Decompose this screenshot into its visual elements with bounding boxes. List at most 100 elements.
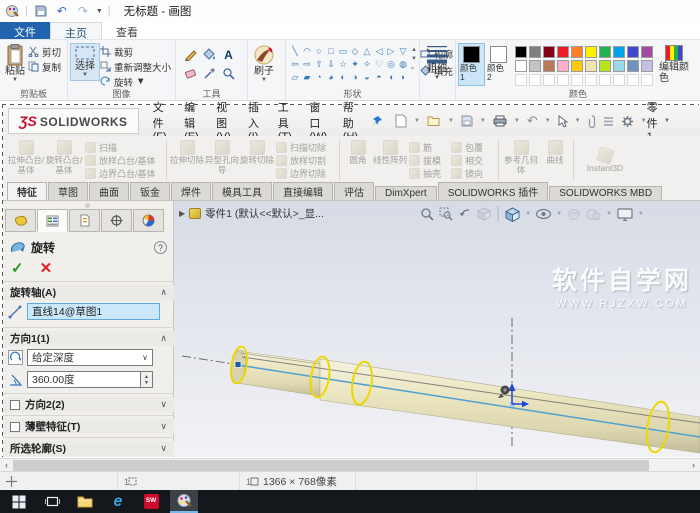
palette-swatch[interactable]: [529, 46, 541, 58]
scroll-right-arrow[interactable]: ›: [687, 459, 700, 471]
feature-button[interactable]: 旋转凸台/基体: [45, 138, 83, 182]
sketch-axis-line[interactable]: [237, 364, 700, 438]
tab-weldments[interactable]: 焊件: [171, 182, 211, 200]
cut-button[interactable]: 剪切: [28, 45, 61, 59]
feature-button[interactable]: 线性阵列: [373, 138, 407, 182]
shape-option[interactable]: ▷: [385, 45, 397, 58]
edge-button[interactable]: e: [104, 490, 132, 513]
graphics-viewport[interactable]: ▶ 零件1 (默认<<默认>_显... | ▼ ▼ ▼ ▼ 软件自学网 WWW.…: [174, 201, 700, 457]
shape-option[interactable]: ╲: [289, 45, 301, 58]
shapes-scroll-up[interactable]: ▲: [411, 47, 417, 53]
open-button[interactable]: [427, 115, 441, 127]
fill-tool[interactable]: [201, 46, 218, 63]
shape-option[interactable]: ◕: [325, 71, 337, 84]
shape-option[interactable]: ♡: [373, 58, 385, 71]
feature-button[interactable]: 圆角: [343, 138, 373, 182]
palette-swatch[interactable]: [515, 60, 527, 72]
undo-button[interactable]: ↶: [54, 3, 70, 19]
tab-features[interactable]: 特征: [7, 182, 47, 200]
settings-gear-icon[interactable]: [621, 115, 634, 128]
magnifier-tool[interactable]: [220, 65, 237, 82]
feature-button[interactable]: 拉伸凸台/基体: [7, 138, 45, 182]
tab-dimxpert[interactable]: DimXpert: [375, 186, 437, 200]
tab-view[interactable]: 查看: [102, 22, 152, 39]
feature-button[interactable]: 参考几何体: [502, 138, 540, 182]
shape-option[interactable]: ◑: [349, 71, 361, 84]
feature-button[interactable]: 旋转切除: [240, 138, 274, 182]
scrollbar-thumb[interactable]: [13, 460, 649, 471]
thin-feature-checkbox[interactable]: [10, 421, 20, 432]
instant3d-button[interactable]: Instant3D: [577, 138, 633, 182]
shape-option[interactable]: ☆: [337, 58, 349, 71]
canvas-horizontal-scrollbar[interactable]: ‹ ›: [0, 458, 700, 471]
palette-swatch[interactable]: [599, 46, 611, 58]
direction1-section-header[interactable]: 方向1(1) ∧: [3, 331, 174, 346]
shape-option[interactable]: ◗: [397, 71, 409, 84]
select-cursor-button[interactable]: [558, 115, 568, 127]
select-button[interactable]: 选择 ▼: [70, 43, 100, 81]
shape-option[interactable]: ◒: [361, 71, 373, 84]
sketch-endpoint-marker[interactable]: [234, 361, 242, 368]
options-list-icon[interactable]: [603, 116, 614, 127]
selected-contours-section-header[interactable]: 所选轮廓(S) ∨: [3, 441, 174, 456]
cancel-button[interactable]: ✕: [40, 259, 53, 277]
angle-spinner[interactable]: ▲ ▼: [140, 371, 153, 388]
feature-button[interactable]: 扫描: [85, 141, 161, 154]
shape-option[interactable]: ◇: [349, 45, 361, 58]
feature-button[interactable]: 异型孔向导: [204, 138, 240, 182]
paste-button[interactable]: 粘贴 ▼: [2, 43, 28, 85]
angle-input[interactable]: 360.00度: [27, 371, 140, 388]
color2-button[interactable]: 颜色 2: [485, 43, 512, 86]
start-button[interactable]: [5, 490, 33, 513]
paint-canvas[interactable]: ƷS SOLIDWORKS 文件(F) 编辑(E) 视图(V) 插入(I) 工具…: [0, 101, 700, 458]
feature-button[interactable]: 包覆: [451, 141, 493, 154]
configurationmanager-tab[interactable]: [69, 209, 100, 232]
paint-taskbar-button[interactable]: [170, 490, 198, 513]
brush-button[interactable]: 刷子 ▼: [250, 43, 278, 85]
shape-option[interactable]: ◎: [385, 58, 397, 71]
shape-option[interactable]: ◓: [373, 71, 385, 84]
feature-button[interactable]: 曲线: [540, 138, 570, 182]
shape-option[interactable]: △: [361, 45, 373, 58]
edit-colors-button[interactable]: 编辑颜色: [656, 43, 692, 85]
palette-swatch[interactable]: [613, 60, 625, 72]
file-explorer-button[interactable]: [71, 490, 99, 513]
shape-option[interactable]: □: [325, 45, 337, 58]
palette-swatch[interactable]: [529, 60, 541, 72]
task-view-button[interactable]: [38, 490, 66, 513]
palette-swatch[interactable]: [543, 60, 555, 72]
new-doc-button[interactable]: [395, 114, 407, 128]
save-button-sw[interactable]: [461, 115, 473, 127]
feature-button[interactable]: 筋: [409, 141, 447, 154]
featuremanager-tab[interactable]: [5, 209, 36, 232]
shapes-scroll-down[interactable]: ▼: [411, 56, 417, 62]
axis-selection-field[interactable]: 直线14@草图1: [27, 303, 160, 320]
dimxpertmanager-tab[interactable]: [101, 209, 132, 232]
help-icon[interactable]: ?: [154, 241, 167, 254]
pencil-tool[interactable]: [182, 46, 199, 63]
shape-option[interactable]: ◁: [373, 45, 385, 58]
shape-option[interactable]: ◖: [385, 71, 397, 84]
feature-button[interactable]: 边界凸台/基体: [85, 167, 161, 180]
tab-evaluate[interactable]: 评估: [334, 182, 374, 200]
end-condition-dropdown[interactable]: 给定深度 ∨: [27, 349, 153, 366]
feature-button[interactable]: 抽壳: [409, 167, 447, 180]
palette-swatch[interactable]: [641, 46, 653, 58]
print-button[interactable]: [493, 115, 507, 127]
shape-option[interactable]: ▭: [337, 45, 349, 58]
tab-sheetmetal[interactable]: 钣金: [130, 182, 170, 200]
crop-button[interactable]: 裁剪: [100, 45, 171, 59]
tab-directedit[interactable]: 直接编辑: [273, 182, 333, 200]
copy-button[interactable]: 复制: [28, 60, 61, 74]
tab-home[interactable]: 主页: [50, 22, 102, 40]
palette-swatch[interactable]: [557, 60, 569, 72]
shape-option[interactable]: ▱: [289, 71, 301, 84]
palette-swatch[interactable]: [515, 46, 527, 58]
axis-section-header[interactable]: 旋转轴(A) ∧: [3, 285, 174, 300]
attach-icon[interactable]: [588, 114, 596, 128]
tab-surfaces[interactable]: 曲面: [89, 182, 129, 200]
tab-addins[interactable]: SOLIDWORKS 插件: [437, 182, 549, 200]
palette-swatch[interactable]: [571, 60, 583, 72]
feature-button[interactable]: 扫描切除: [276, 141, 334, 154]
color1-button[interactable]: 颜色 1: [458, 43, 485, 86]
